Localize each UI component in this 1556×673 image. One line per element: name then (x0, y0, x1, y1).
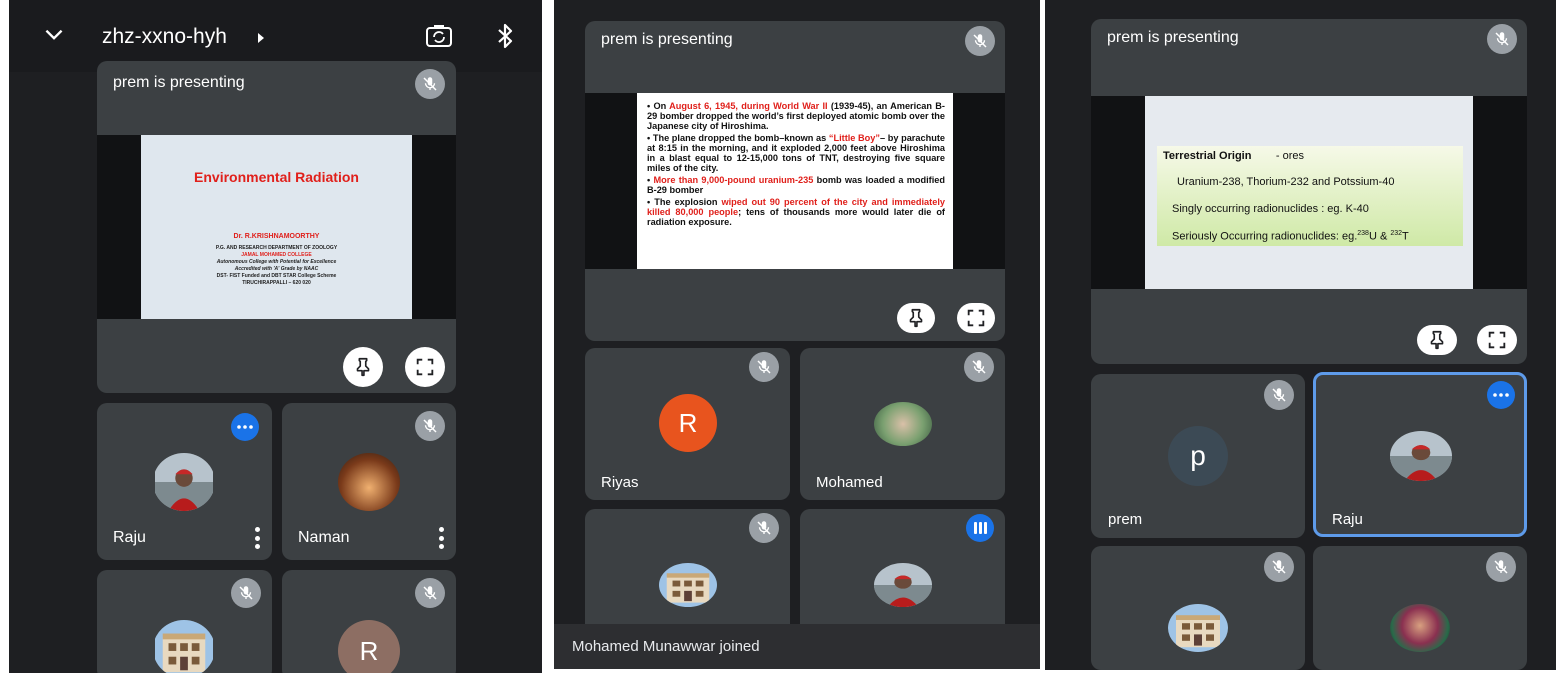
shared-screen: Environmental Radiation Dr. R.KRISHNAMOO… (97, 135, 456, 319)
avatar-initial: p (1168, 426, 1228, 486)
participant-tile-prem[interactable]: p prem (1091, 374, 1305, 538)
presentation-tile[interactable]: prem is presenting • On August 6, 1945, … (585, 21, 1005, 341)
toast-text: Mohamed Munawwar joined (572, 638, 760, 655)
avatar (1390, 604, 1450, 652)
avatar-initial: R (338, 620, 400, 673)
more-vert-icon[interactable] (254, 527, 260, 549)
slide-line: JAMAL MOHAMED COLLEGE (241, 252, 312, 258)
fullscreen-icon (965, 307, 987, 329)
slide-line: TIRUCHIRAPPALLI – 620 020 (242, 280, 311, 286)
mic-off-icon (231, 578, 261, 608)
fullscreen-button[interactable] (405, 347, 445, 387)
mic-off-icon (415, 411, 445, 441)
mic-off-icon (964, 352, 994, 382)
slide: • On August 6, 1945, during World War II… (637, 93, 953, 269)
participant-name: Raju (1332, 511, 1363, 528)
shared-screen: Terrestrial Origin - ores Uranium-238, T… (1091, 96, 1527, 289)
participant-tile-naman[interactable]: Naman (282, 403, 456, 560)
mic-off-icon (415, 578, 445, 608)
meeting-code[interactable]: zhz-xxno-hyh (102, 25, 227, 49)
presenter-label: prem is presenting (1107, 29, 1239, 46)
slide-bullet: • On August 6, 1945, during World War II… (647, 101, 945, 131)
slide-line: Seriously Occurring radionuclides: eg.23… (1172, 230, 1409, 243)
mic-off-icon (749, 352, 779, 382)
avatar-initial: R (659, 394, 717, 452)
participant-name: Naman (298, 529, 350, 546)
participant-tile[interactable] (97, 570, 272, 673)
more-options-icon[interactable] (1487, 381, 1515, 409)
participant-tile[interactable]: R (282, 570, 456, 673)
mic-off-icon (749, 513, 779, 543)
participant-tile-raju[interactable]: Raju (1313, 372, 1527, 537)
slide-title: Environmental Radiation (194, 169, 359, 185)
slide-author: Dr. R.KRISHNAMOORTHY (233, 233, 320, 240)
slide-line: Accredited with 'A' Grade by NAAC (234, 266, 319, 272)
more-options-icon[interactable] (231, 413, 259, 441)
presentation-tile[interactable]: prem is presenting Terrestrial Origin - … (1091, 19, 1527, 364)
participant-tile[interactable] (1091, 546, 1305, 670)
slide-line: Singly occurring radionuclides : eg. K-4… (1172, 203, 1369, 215)
participant-name: Raju (113, 529, 146, 546)
avatar (1390, 431, 1452, 481)
slide-bullet: • The plane dropped the bomb–known as “L… (647, 133, 945, 173)
slide-bullet: • The explosion wiped out 90 percent of … (647, 197, 945, 227)
toast-notification: Mohamed Munawwar joined (554, 624, 1040, 669)
shared-screen: • On August 6, 1945, during World War II… (585, 93, 1005, 269)
fullscreen-icon (1486, 329, 1508, 351)
fullscreen-button[interactable] (957, 303, 995, 333)
slide-line: DST- FIST Funded and DBT STAR College Sc… (216, 273, 337, 279)
avatar (874, 563, 932, 607)
avatar (874, 402, 932, 446)
mic-off-icon (1264, 380, 1294, 410)
mic-off-icon (965, 26, 995, 56)
participant-tile[interactable] (800, 509, 1005, 634)
pin-button[interactable] (1417, 325, 1457, 355)
chevron-down-icon[interactable] (41, 22, 67, 48)
pin-icon (905, 307, 927, 329)
mic-off-icon (415, 69, 445, 99)
participant-tile-mohamed[interactable]: Mohamed (800, 348, 1005, 500)
participant-name: Mohamed (816, 474, 883, 491)
presenter-label: prem is presenting (113, 74, 245, 91)
pin-icon (352, 356, 374, 378)
avatar (338, 453, 400, 511)
slide: Terrestrial Origin - ores Uranium-238, T… (1145, 96, 1473, 289)
panel-3: prem is presenting Terrestrial Origin - … (1045, 0, 1556, 670)
panel-2: prem is presenting • On August 6, 1945, … (554, 0, 1040, 669)
slide-line: Autonomous College with Potential for Ex… (216, 259, 337, 265)
more-vert-icon[interactable] (438, 527, 444, 549)
bluetooth-icon[interactable] (495, 22, 515, 50)
avatar (659, 563, 717, 607)
presenter-label: prem is presenting (601, 31, 733, 48)
slide-heading: Terrestrial Origin - ores (1163, 150, 1305, 162)
slide-bullet: • More than 9,000-pound uranium-235 bomb… (647, 175, 945, 195)
participant-tile[interactable] (1313, 546, 1527, 670)
slide: Environmental Radiation Dr. R.KRISHNAMOO… (141, 135, 412, 319)
avatar (1168, 604, 1228, 652)
participant-tile-riyas[interactable]: R Riyas (585, 348, 790, 500)
chevron-right-icon[interactable] (256, 31, 266, 43)
camera-flip-icon[interactable] (425, 23, 453, 49)
participant-tile[interactable] (585, 509, 790, 634)
pin-icon (1426, 329, 1448, 351)
audio-level-icon (966, 514, 994, 542)
avatar (153, 453, 215, 511)
avatar (153, 620, 215, 673)
pin-button[interactable] (897, 303, 935, 333)
slide-line: P.G. AND RESEARCH DEPARTMENT OF ZOOLOGY (215, 245, 338, 251)
panel-1: zhz-xxno-hyh prem is presenting Environm… (9, 0, 542, 673)
mic-off-icon (1487, 24, 1517, 54)
fullscreen-button[interactable] (1477, 325, 1517, 355)
participant-name: prem (1108, 511, 1143, 528)
slide-line: Uranium-238, Thorium-232 and Potssium-40 (1177, 176, 1395, 188)
fullscreen-icon (414, 356, 436, 378)
slide-box: Terrestrial Origin - ores Uranium-238, T… (1157, 146, 1463, 246)
mic-off-icon (1264, 552, 1294, 582)
pin-button[interactable] (343, 347, 383, 387)
presentation-tile[interactable]: prem is presenting Environmental Radiati… (97, 61, 456, 393)
mic-off-icon (1486, 552, 1516, 582)
participant-name: Riyas (601, 474, 639, 491)
participant-tile-raju[interactable]: Raju (97, 403, 272, 560)
